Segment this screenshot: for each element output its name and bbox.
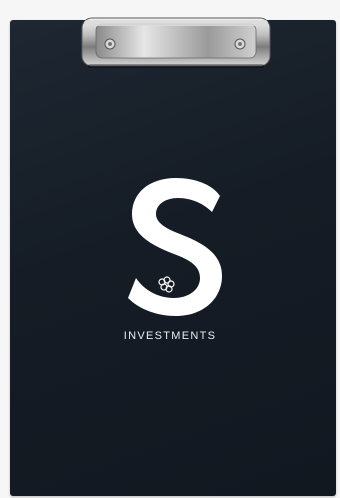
metal-clip-icon (81, 17, 271, 68)
s-investments-logo-icon (128, 178, 222, 316)
brand-wordmark: INVESTMENTS (123, 330, 217, 342)
clipboard-photo: INVESTMENTS (0, 0, 340, 498)
